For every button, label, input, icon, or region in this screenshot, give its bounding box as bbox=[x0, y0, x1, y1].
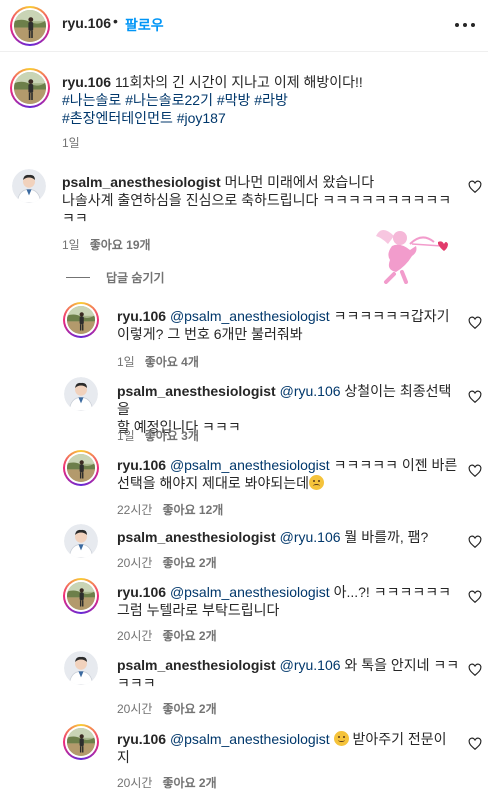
caption-text: 11회차의 긴 시간이 지나고 이제 해방이다!! bbox=[114, 74, 363, 90]
reply-username[interactable]: psalm_anesthesiologist bbox=[117, 529, 276, 545]
reply-body: ryu.106 @psalm_anesthesiologist 받아주기 전문이… bbox=[117, 730, 462, 766]
reply-avatar[interactable] bbox=[64, 651, 98, 685]
reply-likes[interactable]: 좋아요 2개 bbox=[162, 556, 216, 570]
reply-meta: 22시간 좋아요 12개 bbox=[117, 501, 223, 518]
reply-text-cont: 그럼 누텔라로 부탁드립니다 bbox=[117, 602, 280, 618]
reply-text: ㅋㅋㅋㅋㅋ 이젠 바른 bbox=[333, 457, 458, 473]
reply-likes[interactable]: 좋아요 4개 bbox=[145, 355, 199, 369]
reply-meta: 1일 좋아요 4개 bbox=[117, 353, 199, 370]
more-horizontal-icon[interactable] bbox=[452, 12, 478, 38]
reply-text: 뭘 바를까, 팸? bbox=[344, 529, 429, 545]
reply-avatar[interactable] bbox=[63, 578, 99, 614]
reply-mention[interactable]: @ryu.106 bbox=[280, 383, 341, 399]
smirking-face-icon bbox=[333, 731, 349, 746]
reply-username[interactable]: ryu.106 bbox=[117, 731, 166, 747]
comment-username[interactable]: psalm_anesthesiologist bbox=[62, 174, 221, 190]
reply-body: ryu.106 @psalm_anesthesiologist 아...?! ㅋ… bbox=[117, 583, 462, 619]
reply-body: psalm_anesthesiologist @ryu.106 뭘 바를까, 팸… bbox=[117, 528, 462, 546]
comment-time: 1일 bbox=[62, 238, 80, 252]
reply-time: 20시간 bbox=[117, 776, 153, 790]
reply-text-cont: 이렇게? 그 번호 6개만 불러줘봐 bbox=[117, 326, 303, 342]
caption-hashtags-line1[interactable]: #나는솔로 #나는솔로22기 #막방 #라방 bbox=[62, 91, 462, 109]
reply-time: 22시간 bbox=[117, 503, 153, 517]
reply-body: psalm_anesthesiologist @ryu.106 와 톡을 안지네… bbox=[117, 656, 462, 692]
reply-likes[interactable]: 좋아요 3개 bbox=[145, 429, 199, 443]
reply-avatar[interactable] bbox=[63, 302, 99, 338]
caption-avatar[interactable] bbox=[10, 68, 50, 108]
caption-time: 1일 bbox=[62, 136, 80, 150]
reply-text-cont: 지 bbox=[117, 749, 130, 765]
worried-face-icon bbox=[309, 475, 324, 490]
comment-body: psalm_anesthesiologist 머나먼 미래에서 왔습니다 나솔사… bbox=[62, 173, 460, 227]
reply-time: 20시간 bbox=[117, 702, 153, 716]
reply-text-cont: 선택을 해야지 제대로 봐야되는데 bbox=[117, 475, 309, 491]
hide-replies-button[interactable]: 답글 숨기기 bbox=[66, 269, 165, 286]
reply-mention[interactable]: @psalm_anesthesiologist bbox=[170, 731, 330, 747]
caption-username[interactable]: ryu.106 bbox=[62, 74, 111, 90]
reply-meta: 20시간 좋아요 2개 bbox=[117, 554, 217, 571]
reply-avatar[interactable] bbox=[63, 450, 99, 486]
reply-body: ryu.106 @psalm_anesthesiologist ㅋㅋㅋㅋㅋ 이젠… bbox=[117, 456, 462, 492]
reply-text: 받아주기 전문이 bbox=[352, 731, 447, 747]
comment-meta: 1일 좋아요 19개 bbox=[62, 236, 151, 253]
heart-icon[interactable] bbox=[468, 316, 482, 330]
reply-text: 와 톡을 안지네 ㅋㅋ bbox=[344, 657, 460, 673]
reply-likes[interactable]: 좋아요 12개 bbox=[162, 503, 223, 517]
reply-mention[interactable]: @ryu.106 bbox=[280, 657, 341, 673]
reply-avatar[interactable] bbox=[64, 377, 98, 411]
reply-text: 아...?! ㅋㅋㅋㅋㅋㅋ bbox=[333, 584, 451, 600]
reply-username[interactable]: ryu.106 bbox=[117, 457, 166, 473]
reply-text-cont: ㅋㅋㅋ bbox=[117, 675, 156, 691]
heart-icon[interactable] bbox=[468, 737, 482, 751]
reply-avatar[interactable] bbox=[63, 724, 99, 760]
reply-mention[interactable]: @psalm_anesthesiologist bbox=[170, 457, 330, 473]
reply-time: 20시간 bbox=[117, 556, 153, 570]
reply-meta: 20시간 좋아요 2개 bbox=[117, 700, 217, 717]
reply-meta: 1일 좋아요 3개 bbox=[117, 427, 199, 444]
reply-time: 1일 bbox=[117, 429, 135, 443]
hide-replies-label: 답글 숨기기 bbox=[106, 271, 165, 285]
reply-likes[interactable]: 좋아요 2개 bbox=[162, 629, 216, 643]
reply-mention[interactable]: @ryu.106 bbox=[280, 529, 341, 545]
caption-hashtags-line2[interactable]: #촌장엔터테인먼트 #joy187 bbox=[62, 109, 462, 127]
reply-likes[interactable]: 좋아요 2개 bbox=[162, 776, 216, 790]
comment-likes[interactable]: 좋아요 19개 bbox=[90, 238, 151, 252]
author-avatar[interactable] bbox=[10, 6, 50, 46]
reply-username[interactable]: ryu.106 bbox=[117, 584, 166, 600]
separator-dot: • bbox=[113, 13, 118, 29]
reply-time: 1일 bbox=[117, 355, 135, 369]
heart-icon[interactable] bbox=[468, 180, 482, 194]
heart-icon[interactable] bbox=[468, 590, 482, 604]
comment-text-line2: 나솔사계 출연하심을 진심으로 축하드립니다 ㅋㅋㅋㅋㅋㅋㅋㅋㅋㅋ bbox=[62, 192, 452, 208]
reply-text: ㅋㅋㅋㅋㅋㅋ갑자기 bbox=[333, 308, 450, 324]
reply-mention[interactable]: @psalm_anesthesiologist bbox=[170, 308, 330, 324]
hide-replies-line bbox=[66, 277, 90, 278]
author-username[interactable]: ryu.106 bbox=[62, 15, 111, 31]
reply-username[interactable]: ryu.106 bbox=[117, 308, 166, 324]
reply-username[interactable]: psalm_anesthesiologist bbox=[117, 383, 276, 399]
reply-mention[interactable]: @psalm_anesthesiologist bbox=[170, 584, 330, 600]
reply-likes[interactable]: 좋아요 2개 bbox=[162, 702, 216, 716]
reply-username[interactable]: psalm_anesthesiologist bbox=[117, 657, 276, 673]
cupid-sticker-icon bbox=[376, 230, 448, 284]
reply-body: ryu.106 @psalm_anesthesiologist ㅋㅋㅋㅋㅋㅋ갑자… bbox=[117, 307, 462, 343]
post-header: ryu.106 • 팔로우 bbox=[0, 0, 488, 52]
reply-avatar[interactable] bbox=[64, 524, 98, 558]
caption: ryu.106 11회차의 긴 시간이 지나고 이제 해방이다!! #나는솔로 … bbox=[62, 73, 462, 127]
follow-button[interactable]: 팔로우 bbox=[125, 15, 164, 35]
heart-icon[interactable] bbox=[468, 464, 482, 478]
comment-text-line1: 머나먼 미래에서 왔습니다 bbox=[224, 174, 375, 190]
heart-icon[interactable] bbox=[468, 390, 482, 404]
heart-icon[interactable] bbox=[468, 663, 482, 677]
comment-avatar[interactable] bbox=[12, 169, 46, 203]
reply-meta: 20시간 좋아요 2개 bbox=[117, 774, 217, 791]
reply-time: 20시간 bbox=[117, 629, 153, 643]
heart-icon[interactable] bbox=[468, 535, 482, 549]
reply-meta: 20시간 좋아요 2개 bbox=[117, 627, 217, 644]
